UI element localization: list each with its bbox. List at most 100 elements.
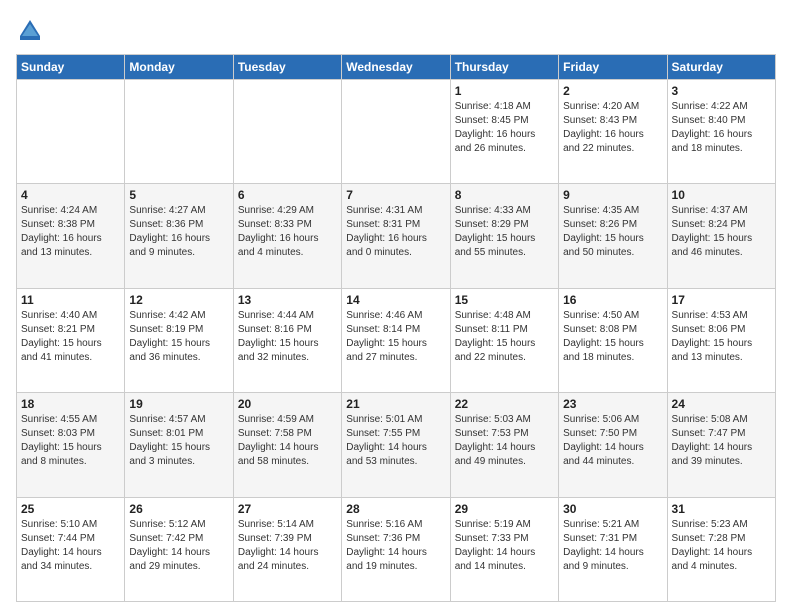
- day-cell: 12 Sunrise: 4:42 AM Sunset: 8:19 PM Dayli…: [125, 288, 233, 392]
- day-number: 18: [21, 397, 120, 411]
- day-number: 9: [563, 188, 662, 202]
- day-cell: [17, 80, 125, 184]
- logo: [16, 16, 48, 44]
- day-cell: 11Sunrise: 4:40 AM Sunset: 8:21 PM Dayli…: [17, 288, 125, 392]
- day-cell: 10Sunrise: 4:37 AM Sunset: 8:24 PM Dayli…: [667, 184, 775, 288]
- day-cell: 2Sunrise: 4:20 AM Sunset: 8:43 PM Daylig…: [559, 80, 667, 184]
- day-number: 16: [563, 293, 662, 307]
- day-number: 23: [563, 397, 662, 411]
- week-row-2: 4 Sunrise: 4:24 AM Sunset: 8:38 PM Daylig…: [17, 184, 776, 288]
- day-number: 8: [455, 188, 554, 202]
- day-info: Sunrise: 4:55 AM Sunset: 8:03 PM Dayligh…: [21, 413, 120, 469]
- weekday-header-saturday: Saturday: [667, 55, 775, 80]
- calendar-page: SundayMondayTuesdayWednesdayThursdayFrid…: [0, 0, 792, 612]
- day-number: 12: [129, 293, 228, 307]
- day-info: Sunrise: 4:50 AM Sunset: 8:08 PM Dayligh…: [563, 309, 662, 365]
- day-number: 20: [238, 397, 337, 411]
- day-cell: 5 Sunrise: 4:27 AM Sunset: 8:36 PM Daylig…: [125, 184, 233, 288]
- day-cell: 8 Sunrise: 4:33 AM Sunset: 8:29 PM Daylig…: [450, 184, 558, 288]
- weekday-header-wednesday: Wednesday: [342, 55, 450, 80]
- day-info: Sunrise: 4:31 AM Sunset: 8:31 PM Dayligh…: [346, 204, 445, 260]
- day-cell: 28 Sunrise: 5:16 AM Sunset: 7:36 PM Dayli…: [342, 497, 450, 601]
- day-info: Sunrise: 4:29 AM Sunset: 8:33 PM Dayligh…: [238, 204, 337, 260]
- week-row-1: 1 Sunrise: 4:18 AM Sunset: 8:45 PM Daylig…: [17, 80, 776, 184]
- day-cell: 3 Sunrise: 4:22 AM Sunset: 8:40 PM Daylig…: [667, 80, 775, 184]
- day-number: 7: [346, 188, 445, 202]
- day-number: 30: [563, 502, 662, 516]
- day-cell: [342, 80, 450, 184]
- logo-icon: [16, 16, 44, 44]
- day-info: Sunrise: 5:01 AM Sunset: 7:55 PM Dayligh…: [346, 413, 445, 469]
- day-cell: 17 Sunrise: 4:53 AM Sunset: 8:06 PM Dayli…: [667, 288, 775, 392]
- day-number: 10: [672, 188, 771, 202]
- day-info: Sunrise: 4:53 AM Sunset: 8:06 PM Dayligh…: [672, 309, 771, 365]
- day-info: Sunrise: 4:35 AM Sunset: 8:26 PM Dayligh…: [563, 204, 662, 260]
- day-info: Sunrise: 5:08 AM Sunset: 7:47 PM Dayligh…: [672, 413, 771, 469]
- day-cell: 26 Sunrise: 5:12 AM Sunset: 7:42 PM Dayli…: [125, 497, 233, 601]
- weekday-header-friday: Friday: [559, 55, 667, 80]
- day-number: 4: [21, 188, 120, 202]
- day-cell: 31 Sunrise: 5:23 AM Sunset: 7:28 PM Dayli…: [667, 497, 775, 601]
- day-cell: [125, 80, 233, 184]
- day-info: Sunrise: 5:16 AM Sunset: 7:36 PM Dayligh…: [346, 518, 445, 574]
- day-info: Sunrise: 4:18 AM Sunset: 8:45 PM Dayligh…: [455, 100, 554, 156]
- header: [16, 16, 776, 44]
- day-info: Sunrise: 4:40 AM Sunset: 8:21 PM Dayligh…: [21, 309, 120, 365]
- day-info: Sunrise: 5:19 AM Sunset: 7:33 PM Dayligh…: [455, 518, 554, 574]
- weekday-header-sunday: Sunday: [17, 55, 125, 80]
- day-info: Sunrise: 5:10 AM Sunset: 7:44 PM Dayligh…: [21, 518, 120, 574]
- weekday-header-row: SundayMondayTuesdayWednesdayThursdayFrid…: [17, 55, 776, 80]
- day-info: Sunrise: 4:20 AM Sunset: 8:43 PM Dayligh…: [563, 100, 662, 156]
- day-cell: 27 Sunrise: 5:14 AM Sunset: 7:39 PM Dayli…: [233, 497, 341, 601]
- day-cell: 30 Sunrise: 5:21 AM Sunset: 7:31 PM Dayli…: [559, 497, 667, 601]
- day-number: 24: [672, 397, 771, 411]
- day-number: 13: [238, 293, 337, 307]
- day-number: 22: [455, 397, 554, 411]
- day-info: Sunrise: 4:57 AM Sunset: 8:01 PM Dayligh…: [129, 413, 228, 469]
- day-cell: 7 Sunrise: 4:31 AM Sunset: 8:31 PM Daylig…: [342, 184, 450, 288]
- day-info: Sunrise: 4:33 AM Sunset: 8:29 PM Dayligh…: [455, 204, 554, 260]
- day-cell: 23 Sunrise: 5:06 AM Sunset: 7:50 PM Dayli…: [559, 393, 667, 497]
- day-number: 5: [129, 188, 228, 202]
- day-info: Sunrise: 5:14 AM Sunset: 7:39 PM Dayligh…: [238, 518, 337, 574]
- day-number: 26: [129, 502, 228, 516]
- calendar-table: SundayMondayTuesdayWednesdayThursdayFrid…: [16, 54, 776, 602]
- day-number: 29: [455, 502, 554, 516]
- day-cell: 15 Sunrise: 4:48 AM Sunset: 8:11 PM Dayli…: [450, 288, 558, 392]
- day-number: 31: [672, 502, 771, 516]
- day-info: Sunrise: 4:46 AM Sunset: 8:14 PM Dayligh…: [346, 309, 445, 365]
- day-info: Sunrise: 5:06 AM Sunset: 7:50 PM Dayligh…: [563, 413, 662, 469]
- day-number: 6: [238, 188, 337, 202]
- day-info: Sunrise: 4:24 AM Sunset: 8:38 PM Dayligh…: [21, 204, 120, 260]
- day-cell: 19Sunrise: 4:57 AM Sunset: 8:01 PM Dayli…: [125, 393, 233, 497]
- day-cell: 1 Sunrise: 4:18 AM Sunset: 8:45 PM Daylig…: [450, 80, 558, 184]
- day-number: 28: [346, 502, 445, 516]
- day-info: Sunrise: 4:27 AM Sunset: 8:36 PM Dayligh…: [129, 204, 228, 260]
- day-cell: 13Sunrise: 4:44 AM Sunset: 8:16 PM Dayli…: [233, 288, 341, 392]
- day-cell: 22 Sunrise: 5:03 AM Sunset: 7:53 PM Dayli…: [450, 393, 558, 497]
- day-cell: 29 Sunrise: 5:19 AM Sunset: 7:33 PM Dayli…: [450, 497, 558, 601]
- day-cell: 4 Sunrise: 4:24 AM Sunset: 8:38 PM Daylig…: [17, 184, 125, 288]
- day-cell: 21 Sunrise: 5:01 AM Sunset: 7:55 PM Dayli…: [342, 393, 450, 497]
- day-cell: 18 Sunrise: 4:55 AM Sunset: 8:03 PM Dayli…: [17, 393, 125, 497]
- day-cell: 9 Sunrise: 4:35 AM Sunset: 8:26 PM Daylig…: [559, 184, 667, 288]
- day-info: Sunrise: 4:42 AM Sunset: 8:19 PM Dayligh…: [129, 309, 228, 365]
- day-info: Sunrise: 5:12 AM Sunset: 7:42 PM Dayligh…: [129, 518, 228, 574]
- day-number: 21: [346, 397, 445, 411]
- day-info: Sunrise: 4:48 AM Sunset: 8:11 PM Dayligh…: [455, 309, 554, 365]
- day-cell: [233, 80, 341, 184]
- day-number: 1: [455, 84, 554, 98]
- day-info: Sunrise: 4:22 AM Sunset: 8:40 PM Dayligh…: [672, 100, 771, 156]
- day-cell: 25 Sunrise: 5:10 AM Sunset: 7:44 PM Dayli…: [17, 497, 125, 601]
- day-info: Sunrise: 5:21 AM Sunset: 7:31 PM Dayligh…: [563, 518, 662, 574]
- day-info: Sunrise: 5:03 AM Sunset: 7:53 PM Dayligh…: [455, 413, 554, 469]
- day-number: 3: [672, 84, 771, 98]
- day-number: 25: [21, 502, 120, 516]
- weekday-header-monday: Monday: [125, 55, 233, 80]
- day-info: Sunrise: 5:23 AM Sunset: 7:28 PM Dayligh…: [672, 518, 771, 574]
- day-number: 17: [672, 293, 771, 307]
- week-row-4: 18 Sunrise: 4:55 AM Sunset: 8:03 PM Dayli…: [17, 393, 776, 497]
- weekday-header-tuesday: Tuesday: [233, 55, 341, 80]
- day-number: 15: [455, 293, 554, 307]
- day-number: 27: [238, 502, 337, 516]
